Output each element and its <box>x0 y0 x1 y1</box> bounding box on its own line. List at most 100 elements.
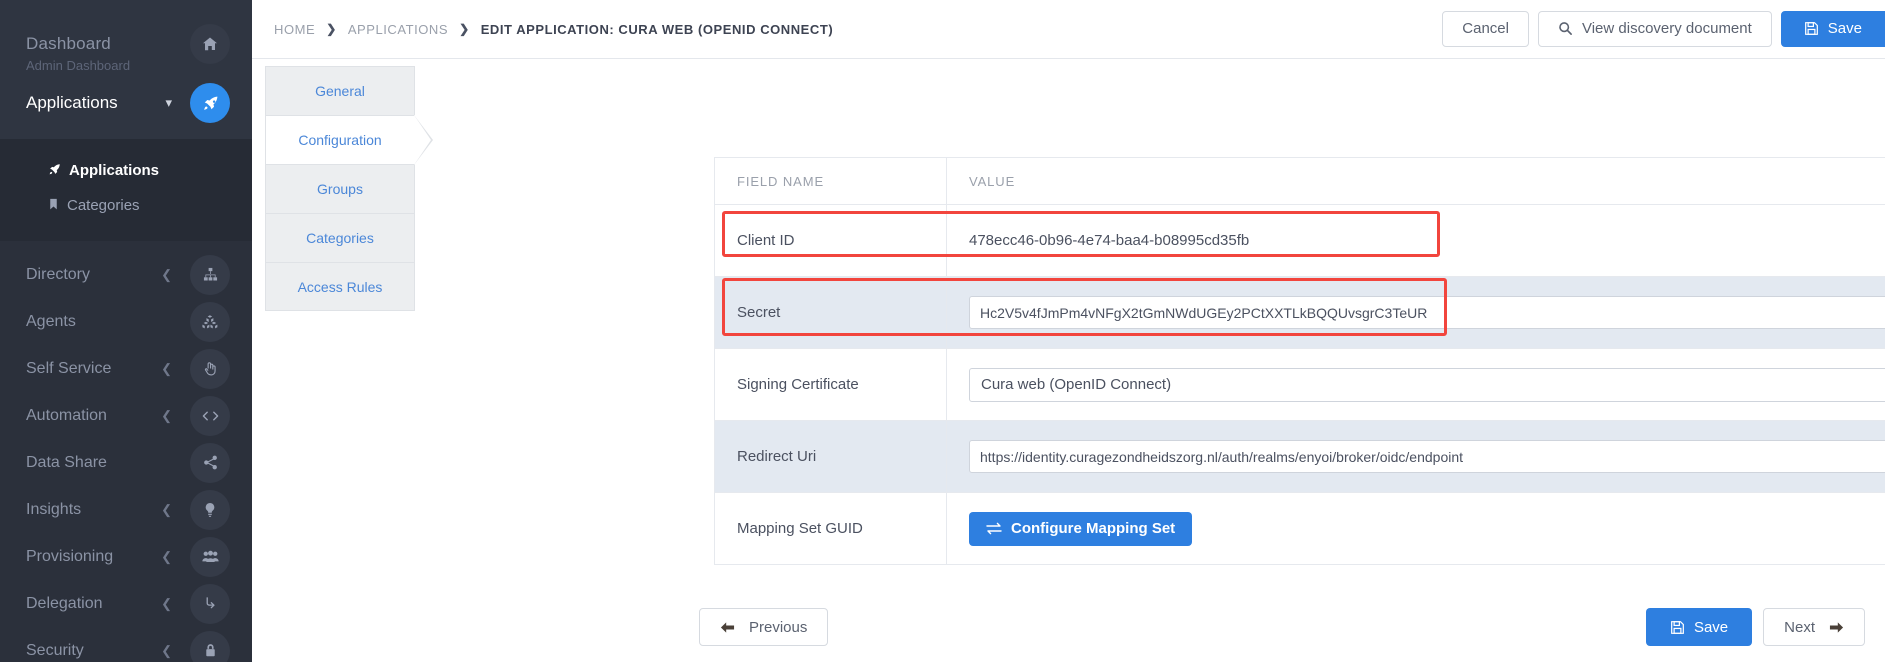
field-value-secret-cell: Hc2V5v4fJmPm4vNFgX2tGmNWdUGEy2PCtXXTLkBQ… <box>946 276 1885 349</box>
table-row: Mapping Set GUID Configure Mapping Set <box>714 492 1885 565</box>
save-label-bottom: Save <box>1693 618 1729 636</box>
field-label-client-id: Client ID <box>714 204 947 277</box>
field-value-redirect-uri-cell: https://identity.curagezondheidszorg.nl/… <box>946 420 1885 493</box>
chevron-left-icon: ❮ <box>161 595 172 611</box>
sidebar-item-label: Self Service <box>26 359 112 377</box>
table-header-row: FIELD NAME VALUE <box>714 157 1885 205</box>
sidebar-menu: Directory ❮ Agents Self Service ❮ Automa… <box>0 241 252 662</box>
sidebar-item-provisioning[interactable]: Provisioning ❮ <box>0 533 252 580</box>
signing-certificate-value: Cura web (OpenID Connect) <box>981 376 1172 393</box>
hand-icon <box>190 348 230 389</box>
sidebar-subitem-label: Categories <box>67 197 140 214</box>
users-icon <box>190 536 230 577</box>
fields-table-wrapper: FIELD NAME VALUE Client ID 478ecc46-0b96… <box>714 157 1885 565</box>
redirect-uri-input[interactable]: https://identity.curagezondheidszorg.nl/… <box>969 440 1885 473</box>
sidebar-item-dashboard[interactable]: Dashboard <box>0 22 252 66</box>
sidebar-item-agents[interactable]: Agents <box>0 298 252 345</box>
tab-label: Configuration <box>298 132 382 148</box>
view-discovery-document-button[interactable]: View discovery document <box>1537 10 1772 47</box>
secret-input-group: Hc2V5v4fJmPm4vNFgX2tGmNWdUGEy2PCtXXTLkBQ… <box>969 293 1885 332</box>
save-icon <box>1670 620 1685 635</box>
configure-mapping-set-button[interactable]: Configure Mapping Set <box>969 511 1193 546</box>
top-toolbar: Cancel View discovery document Save <box>1433 0 1885 59</box>
sidebar-item-label: Automation <box>26 406 107 424</box>
table-row: Redirect Uri https://identity.curagezond… <box>714 420 1885 493</box>
sidebar-item-label: Directory <box>26 265 91 283</box>
previous-button[interactable]: Previous <box>699 608 829 646</box>
column-header-value: VALUE <box>946 157 1885 205</box>
footer-right-buttons: Save Next <box>1645 608 1865 646</box>
chevron-left-icon: ❮ <box>161 360 172 376</box>
tab-label: Access Rules <box>297 278 383 295</box>
cancel-button[interactable]: Cancel <box>1442 10 1529 47</box>
field-label-mapping-set-guid: Mapping Set GUID <box>714 492 947 565</box>
share-icon <box>190 442 230 483</box>
lightbulb-icon <box>190 489 230 530</box>
table-row: Client ID 478ecc46-0b96-4e74-baa4-b08995… <box>714 204 1885 277</box>
sidebar-item-label: Agents <box>26 312 76 330</box>
sidebar: Dashboard Admin Dashboard Applications ▾… <box>0 0 252 662</box>
previous-label: Previous <box>749 618 808 636</box>
field-label-redirect-uri: Redirect Uri <box>714 420 947 493</box>
sidebar-subitem-label: Applications <box>69 162 160 179</box>
configure-mapping-set-label: Configure Mapping Set <box>1011 520 1176 537</box>
bookmark-icon <box>48 198 59 214</box>
top-bar: HOME ❯ APPLICATIONS ❯ EDIT APPLICATION: … <box>252 0 1885 59</box>
sidebar-item-delegation[interactable]: Delegation ❮ <box>0 580 252 627</box>
sidebar-item-security[interactable]: Security ❮ <box>0 627 252 662</box>
breadcrumb-home[interactable]: HOME <box>274 22 315 37</box>
sidebar-item-directory[interactable]: Directory ❮ <box>0 251 252 298</box>
breadcrumb: HOME ❯ APPLICATIONS ❯ EDIT APPLICATION: … <box>274 22 833 37</box>
lock-icon <box>190 630 230 662</box>
cancel-label: Cancel <box>1462 20 1509 37</box>
field-value-mapping-set-cell: Configure Mapping Set <box>946 492 1885 565</box>
tab-categories[interactable]: Categories <box>265 213 415 262</box>
signing-certificate-select[interactable]: Cura web (OpenID Connect) ▼ <box>969 367 1885 402</box>
sidebar-item-label: Data Share <box>26 453 107 471</box>
save-button-top[interactable]: Save <box>1780 10 1885 47</box>
chevron-left-icon: ❮ <box>161 407 172 423</box>
field-label-secret: Secret <box>714 276 947 349</box>
tab-access-rules[interactable]: Access Rules <box>265 262 415 311</box>
vertical-tabs: General Configuration Groups Categories … <box>265 66 433 311</box>
client-id-value: 478ecc46-0b96-4e74-baa4-b08995cd35fb <box>969 232 1250 249</box>
next-button[interactable]: Next <box>1763 608 1865 646</box>
breadcrumb-current: EDIT APPLICATION: CURA WEB (OPENID CONNE… <box>480 21 834 37</box>
tab-groups[interactable]: Groups <box>265 164 415 213</box>
exchange-icon <box>986 522 1002 535</box>
arrow-turn-icon <box>190 583 230 624</box>
app-root: Dashboard Admin Dashboard Applications ▾… <box>0 0 1885 662</box>
sidebar-item-automation[interactable]: Automation ❮ <box>0 392 252 439</box>
sidebar-subitem-applications[interactable]: Applications <box>0 153 252 188</box>
chevron-left-icon: ❮ <box>161 642 172 658</box>
fields-table: FIELD NAME VALUE Client ID 478ecc46-0b96… <box>714 157 1885 565</box>
secret-input[interactable]: Hc2V5v4fJmPm4vNFgX2tGmNWdUGEy2PCtXXTLkBQ… <box>969 296 1885 329</box>
save-icon <box>1804 21 1819 36</box>
table-row: Signing Certificate Cura web (OpenID Con… <box>714 348 1885 421</box>
sidebar-item-self-service[interactable]: Self Service ❮ <box>0 345 252 392</box>
save-label-top: Save <box>1827 20 1862 37</box>
sidebar-item-label: Security <box>26 641 84 659</box>
arrow-left-icon <box>720 621 735 634</box>
sidebar-subitem-categories[interactable]: Categories <box>0 188 252 223</box>
sidebar-item-insights[interactable]: Insights ❮ <box>0 486 252 533</box>
rocket-icon <box>48 163 61 179</box>
save-button-bottom[interactable]: Save <box>1645 608 1753 646</box>
field-value-client-id-cell: 478ecc46-0b96-4e74-baa4-b08995cd35fb <box>946 204 1885 277</box>
sidebar-item-label: Provisioning <box>26 547 114 565</box>
sidebar-dashboard-label: Dashboard <box>26 34 111 53</box>
chevron-left-icon: ❮ <box>161 548 172 564</box>
chevron-left-icon: ❮ <box>161 501 172 517</box>
sidebar-item-data-share[interactable]: Data Share <box>0 439 252 486</box>
field-value-signing-certificate-cell: Cura web (OpenID Connect) ▼ <box>946 348 1885 421</box>
tab-label: Groups <box>317 181 363 197</box>
cubes-icon <box>190 301 230 342</box>
sidebar-applications-submenu: Applications Categories <box>0 139 252 241</box>
tab-general[interactable]: General <box>265 66 415 115</box>
sidebar-item-applications[interactable]: Applications ▾ <box>0 81 252 125</box>
tab-configuration[interactable]: Configuration <box>265 115 433 165</box>
chevron-right-icon: ❯ <box>326 22 337 36</box>
rocket-icon <box>190 83 230 123</box>
chevron-right-icon: ❯ <box>459 22 470 36</box>
breadcrumb-applications[interactable]: APPLICATIONS <box>348 22 448 37</box>
